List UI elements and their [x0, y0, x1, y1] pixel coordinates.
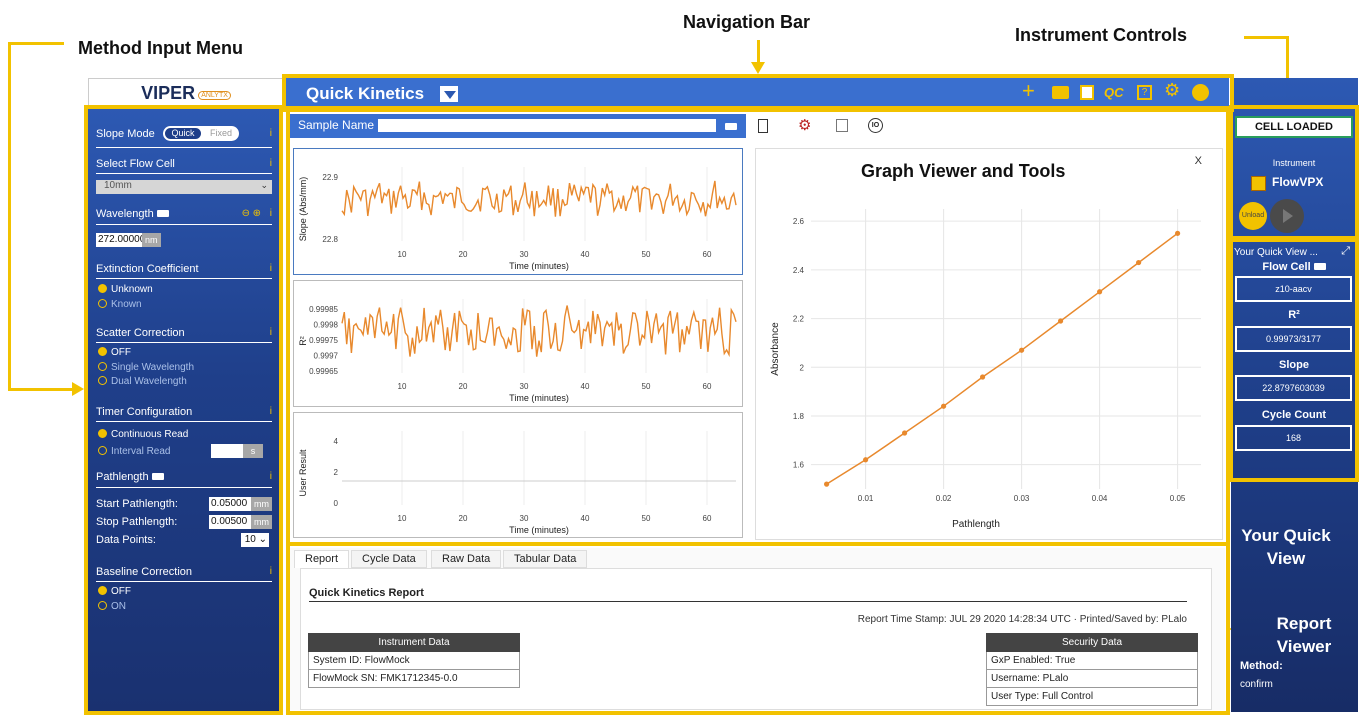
- annotation-report-viewer: Report Viewer: [1276, 614, 1332, 656]
- method-value: confirm: [1240, 679, 1273, 690]
- annotation-your-quick-view: Your Quick View: [1241, 526, 1331, 568]
- annotation-instrument-controls: Instrument Controls: [1015, 25, 1188, 45]
- logo: VIPER ANLYTX: [88, 78, 284, 108]
- logo-main: VIPER: [141, 83, 196, 103]
- annotation-method-input-menu: Method Input Menu: [78, 38, 243, 58]
- logo-sub: ANLYTX: [198, 91, 231, 100]
- annotation-navigation-bar: Navigation Bar: [683, 12, 811, 32]
- method-label: Method:: [1240, 660, 1283, 672]
